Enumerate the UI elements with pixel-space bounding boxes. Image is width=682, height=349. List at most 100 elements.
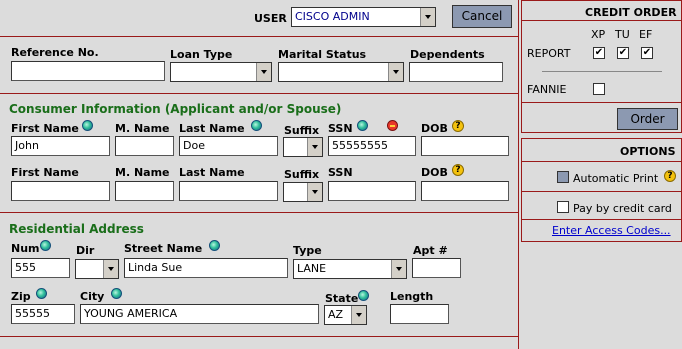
middle-name-label: M. Name xyxy=(115,166,170,179)
chevron-down-icon xyxy=(388,63,403,81)
spouse-ssn-input[interactable] xyxy=(328,181,416,201)
state-label: State xyxy=(325,292,359,305)
city-input[interactable]: YOUNG AMERICA xyxy=(80,304,319,324)
chevron-down-icon xyxy=(351,306,366,324)
street-name-label: Street Name xyxy=(124,242,203,255)
info-icon[interactable] xyxy=(357,120,368,131)
suffix-label: Suffix xyxy=(284,124,320,137)
last-name-label: Last Name xyxy=(179,166,245,179)
fannie-checkbox[interactable] xyxy=(593,83,605,95)
dir-label: Dir xyxy=(76,244,95,257)
last-name-label: Last Name xyxy=(179,122,245,135)
user-select[interactable]: CISCO ADMIN xyxy=(291,7,436,27)
cancel-button[interactable]: Cancel xyxy=(452,5,512,28)
dir-select[interactable] xyxy=(75,259,119,279)
spouse-last-name-input[interactable] xyxy=(179,181,278,201)
divider xyxy=(0,212,518,213)
enter-access-codes-link[interactable]: Enter Access Codes... xyxy=(552,224,671,237)
middle-name-label: M. Name xyxy=(115,122,170,135)
apt-label: Apt # xyxy=(413,244,448,257)
applicant-last-name-input[interactable]: Doe xyxy=(179,136,278,156)
first-name-label: First Name xyxy=(11,166,79,179)
applicant-middle-name-input[interactable] xyxy=(115,136,174,156)
reference-label: Reference No. xyxy=(11,46,99,59)
info-icon[interactable] xyxy=(358,290,369,301)
ssn-label: SSN xyxy=(328,166,353,179)
applicant-ssn-input[interactable]: 55555555 xyxy=(328,136,416,156)
suffix-label: Suffix xyxy=(284,168,320,181)
help-icon[interactable]: ? xyxy=(452,164,464,176)
reference-input[interactable] xyxy=(11,61,165,81)
spouse-middle-name-input[interactable] xyxy=(115,181,174,201)
help-icon[interactable]: ? xyxy=(452,120,464,132)
top-bar: USER CISCO ADMIN Cancel xyxy=(0,0,518,37)
chevron-down-icon xyxy=(307,183,322,201)
dob-label: DOB xyxy=(421,122,448,135)
chevron-down-icon xyxy=(420,8,435,26)
order-button[interactable]: Order xyxy=(617,108,678,130)
report-ef-checkbox[interactable]: ✔ xyxy=(641,47,653,59)
applicant-first-name-input[interactable]: John xyxy=(11,136,110,156)
length-label: Length xyxy=(390,290,434,303)
spouse-dob-input[interactable] xyxy=(421,181,509,201)
loan-type-select[interactable] xyxy=(170,62,272,82)
street-name-input[interactable]: Linda Sue xyxy=(124,258,288,278)
options-panel: OPTIONS Automatic Print ? Pay by credit … xyxy=(521,138,682,242)
marital-status-label: Marital Status xyxy=(278,48,367,61)
info-icon[interactable] xyxy=(36,288,47,299)
order-form: USER CISCO ADMIN Cancel Reference No. Lo… xyxy=(0,0,519,349)
applicant-suffix-select[interactable] xyxy=(283,137,323,157)
street-type-select[interactable]: LANE xyxy=(293,259,407,279)
chevron-down-icon xyxy=(391,260,406,278)
address-section-title: Residential Address xyxy=(9,222,144,236)
marital-status-select[interactable] xyxy=(278,62,404,82)
credit-order-panel: CREDIT ORDER XP TU EF REPORT ✔ ✔ ✔ FANNI… xyxy=(521,0,682,133)
pay-by-credit-checkbox[interactable] xyxy=(557,201,569,213)
length-input[interactable] xyxy=(390,304,449,324)
automatic-print-checkbox[interactable] xyxy=(557,171,569,183)
num-input[interactable]: 555 xyxy=(11,258,70,278)
options-title: OPTIONS xyxy=(620,145,676,158)
user-label: USER xyxy=(254,12,287,25)
fannie-label: FANNIE xyxy=(527,83,567,96)
info-icon[interactable] xyxy=(111,288,122,299)
info-icon[interactable] xyxy=(209,240,220,251)
chevron-down-icon xyxy=(256,63,271,81)
num-label: Num xyxy=(11,242,40,255)
applicant-dob-input[interactable] xyxy=(421,136,509,156)
consumer-section-title: Consumer Information (Applicant and/or S… xyxy=(9,102,342,116)
apt-input[interactable] xyxy=(412,258,461,278)
divider xyxy=(522,161,682,162)
first-name-label: First Name xyxy=(11,122,79,135)
info-icon[interactable] xyxy=(82,120,93,131)
city-label: City xyxy=(80,290,105,303)
divider xyxy=(522,219,682,220)
divider xyxy=(522,20,682,21)
zip-input[interactable]: 55555 xyxy=(11,304,75,324)
side-panel: CREDIT ORDER XP TU EF REPORT ✔ ✔ ✔ FANNI… xyxy=(520,0,682,349)
divider xyxy=(0,93,518,94)
report-xp-checkbox[interactable]: ✔ xyxy=(593,47,605,59)
stop-icon[interactable] xyxy=(387,120,398,131)
ssn-label: SSN xyxy=(328,122,353,135)
divider xyxy=(522,102,682,103)
dependents-input[interactable] xyxy=(409,62,503,82)
automatic-print-label: Automatic Print xyxy=(573,172,659,185)
state-select[interactable]: AZ xyxy=(324,305,367,325)
spouse-first-name-input[interactable] xyxy=(11,181,110,201)
xp-column-label: XP xyxy=(591,28,606,41)
type-label: Type xyxy=(293,244,322,257)
chevron-down-icon xyxy=(103,260,118,278)
pay-by-credit-label: Pay by credit card xyxy=(573,202,672,215)
chevron-down-icon xyxy=(307,138,322,156)
spouse-suffix-select[interactable] xyxy=(283,182,323,202)
info-icon[interactable] xyxy=(40,240,51,251)
report-tu-checkbox[interactable]: ✔ xyxy=(617,47,629,59)
help-icon[interactable]: ? xyxy=(664,170,676,182)
dob-label: DOB xyxy=(421,166,448,179)
report-label: REPORT xyxy=(527,47,571,60)
tu-column-label: TU xyxy=(615,28,630,41)
info-icon[interactable] xyxy=(251,120,262,131)
divider xyxy=(522,191,682,192)
credit-order-title: CREDIT ORDER xyxy=(585,6,677,19)
